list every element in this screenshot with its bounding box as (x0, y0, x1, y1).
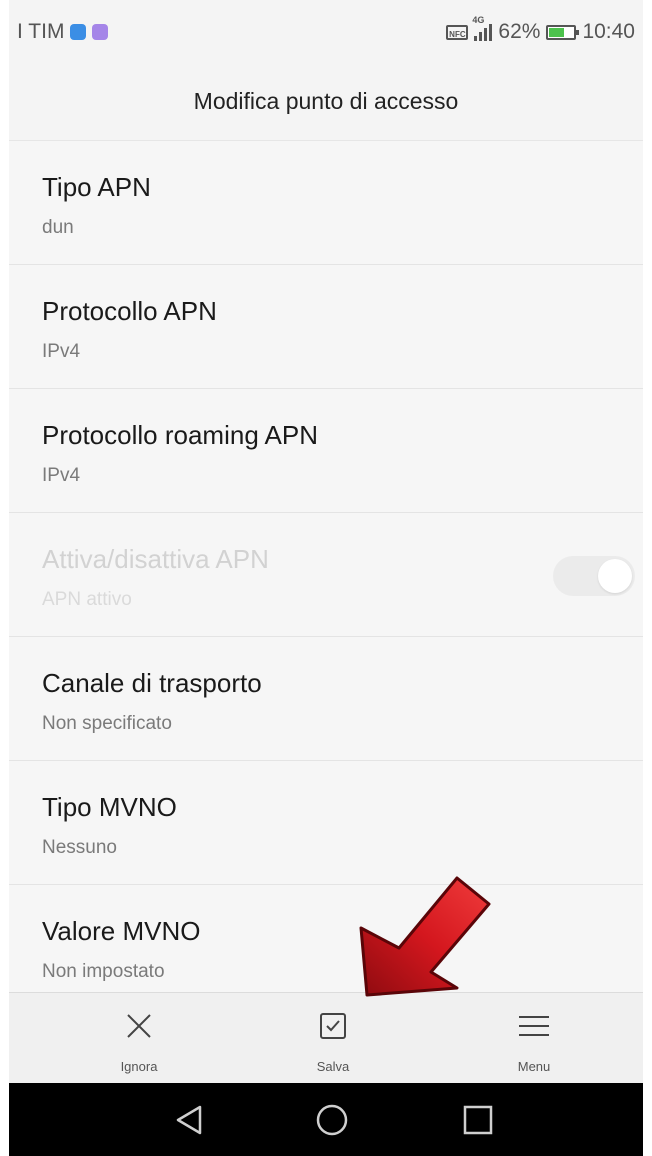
setting-valore-mvno[interactable]: Valore MVNO Non impostato (9, 885, 643, 1009)
setting-tipo-apn[interactable]: Tipo APN dun (9, 141, 643, 265)
setting-value: Non impostato (42, 961, 165, 982)
setting-canale-di-trasporto[interactable]: Canale di trasporto Non specificato (9, 637, 643, 761)
menu-label: Menu (517, 1059, 551, 1074)
setting-value: IPv4 (42, 341, 81, 362)
battery-percent: 62% (498, 20, 541, 43)
setting-title: Valore MVNO (42, 916, 201, 946)
checkbox-icon (318, 1011, 348, 1046)
ignore-button[interactable]: Ignora (69, 993, 209, 1084)
setting-value: APN attivo (42, 589, 132, 610)
red-arrow-icon (359, 876, 491, 997)
setting-title: Attiva/disattiva APN (42, 544, 269, 574)
apn-toggle (553, 556, 635, 596)
battery-fill (549, 27, 565, 37)
setting-value: Nessuno (42, 837, 117, 858)
close-icon (124, 1011, 154, 1046)
home-icon[interactable] (315, 1103, 349, 1142)
carrier-name: I TIM (17, 20, 65, 43)
network-type-label: 4G (472, 15, 485, 25)
recents-icon[interactable] (461, 1103, 495, 1142)
setting-tipo-mvno[interactable]: Tipo MVNO Nessuno (9, 761, 643, 885)
setting-title: Tipo MVNO (42, 792, 177, 822)
setting-title: Protocollo APN (42, 296, 217, 326)
app-notification-purple-icon (92, 24, 109, 40)
setting-value: IPv4 (42, 465, 81, 486)
back-icon[interactable] (172, 1103, 206, 1142)
status-left: I TIM (17, 20, 109, 44)
save-label: Salva (316, 1059, 350, 1074)
setting-value: Non specificato (42, 713, 172, 734)
setting-attiva-disattiva-apn: Attiva/disattiva APN APN attivo (9, 513, 643, 637)
status-right: NFC 4G 62% 10:40 (446, 15, 635, 44)
settings-list: Tipo APN dun Protocollo APN IPv4 Protoco… (9, 141, 643, 1009)
system-navigation-bar (9, 1083, 643, 1156)
setting-value: dun (42, 217, 74, 238)
setting-protocollo-roaming-apn[interactable]: Protocollo roaming APN IPv4 (9, 389, 643, 513)
setting-title: Canale di trasporto (42, 668, 262, 698)
clock: 10:40 (582, 20, 635, 43)
phone-screen: I TIM NFC 4G 62% 10:40 Modifica punto di… (9, 0, 643, 1156)
ignore-label: Ignora (120, 1059, 158, 1074)
nfc-icon: NFC (446, 24, 469, 40)
setting-title: Tipo APN (42, 172, 151, 202)
status-bar: I TIM NFC 4G 62% 10:40 (9, 0, 643, 62)
hamburger-menu-icon (517, 1011, 551, 1046)
signal-icon: 4G (472, 15, 493, 41)
app-notification-blue-icon (70, 24, 87, 40)
setting-protocollo-apn[interactable]: Protocollo APN IPv4 (9, 265, 643, 389)
bottom-action-bar: Ignora Salva Menu (9, 992, 643, 1084)
setting-title: Protocollo roaming APN (42, 420, 319, 450)
page-title: Modifica punto di accesso (9, 62, 643, 141)
toggle-knob (598, 559, 632, 593)
battery-icon (546, 24, 580, 40)
